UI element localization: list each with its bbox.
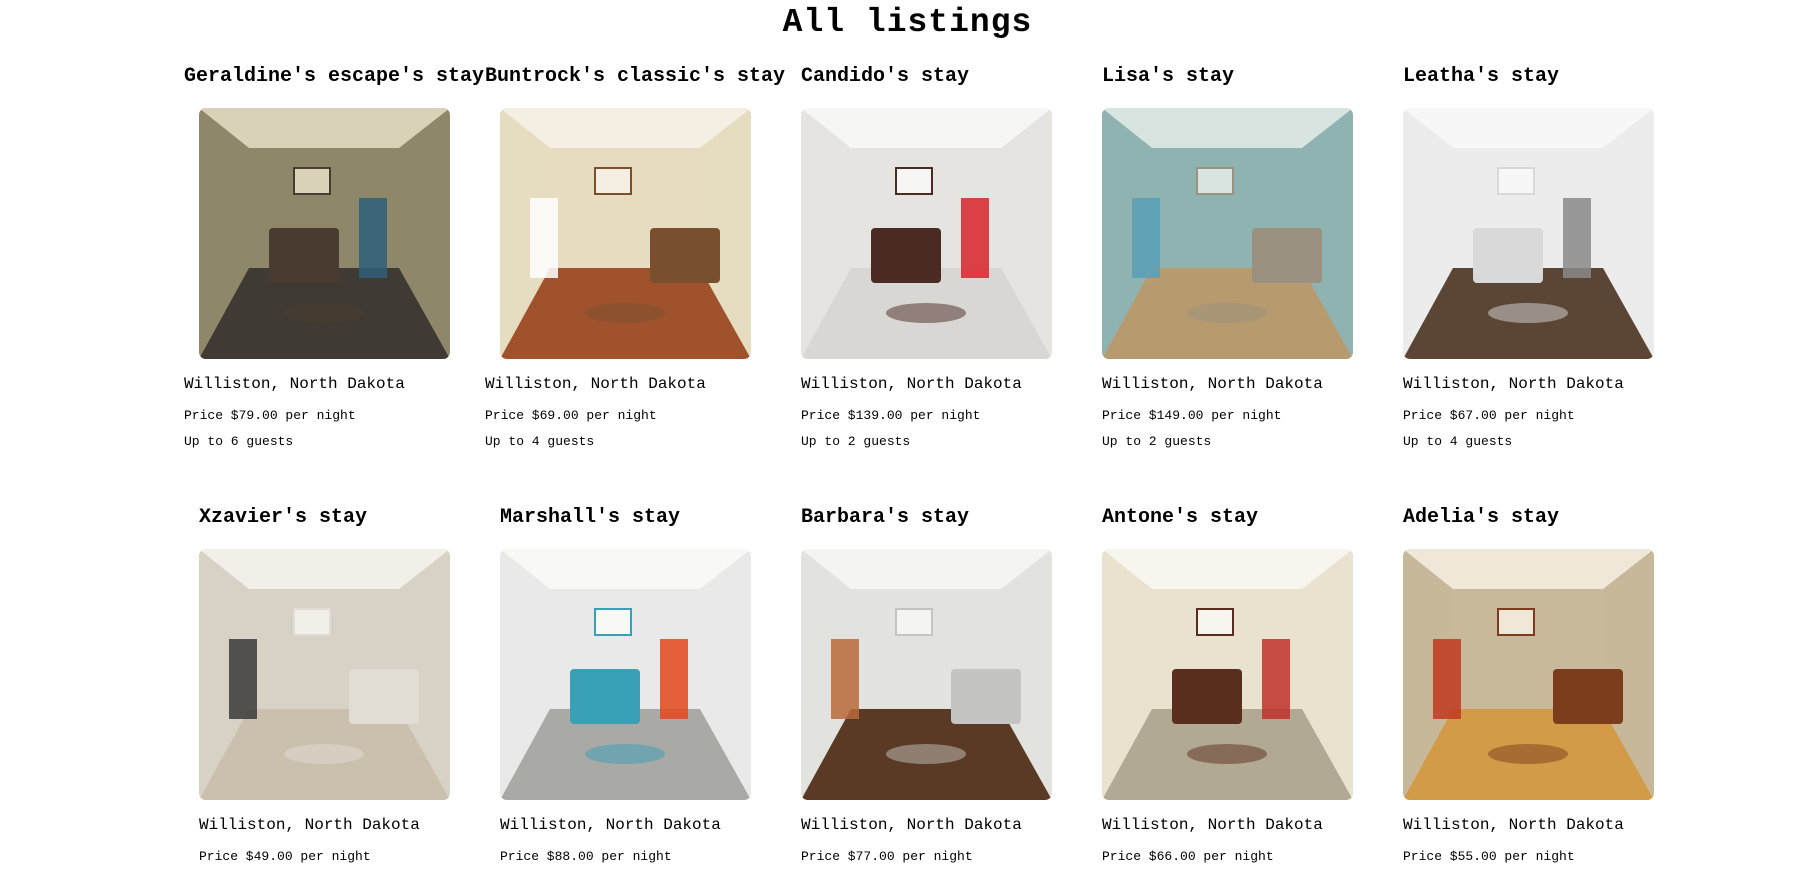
listing-photo[interactable] <box>500 108 751 359</box>
listing-photo[interactable] <box>1102 108 1353 359</box>
room-photo-image <box>1403 108 1654 359</box>
room-photo-image <box>199 108 450 359</box>
listing-price: Price $77.00 per night <box>801 849 973 864</box>
listing-guests: Up to 4 guests <box>1403 434 1513 449</box>
listing-price: Price $88.00 per night <box>500 849 672 864</box>
listing-photo[interactable] <box>801 549 1052 800</box>
room-photo-image <box>1102 549 1353 800</box>
listing-photo[interactable] <box>1403 108 1654 359</box>
listing-title[interactable]: Marshall's stay <box>500 506 680 529</box>
listing-photo[interactable] <box>1102 549 1353 800</box>
listing-title[interactable]: Geraldine's escape's stay <box>184 65 484 88</box>
listing-card[interactable]: Leatha's stay Williston, North Dakota Pric… <box>1403 10 1693 449</box>
listing-price: Price $55.00 per night <box>1403 849 1575 864</box>
listing-title[interactable]: Barbara's stay <box>801 506 969 529</box>
listing-price: Price $49.00 per night <box>199 849 371 864</box>
listing-title[interactable]: Adelia's stay <box>1403 506 1559 529</box>
room-photo-image <box>801 108 1052 359</box>
listing-location: Williston, North Dakota <box>1403 375 1624 393</box>
listing-location: Williston, North Dakota <box>1102 375 1323 393</box>
listing-photo[interactable] <box>199 549 450 800</box>
listing-photo[interactable] <box>1403 549 1654 800</box>
listing-guests: Up to 6 guests <box>184 434 294 449</box>
listing-location: Williston, North Dakota <box>184 375 405 393</box>
room-photo-image <box>500 549 751 800</box>
listing-card[interactable]: Geraldine's escape's stay Williston, Nort… <box>184 10 484 449</box>
listing-location: Williston, North Dakota <box>1403 816 1624 834</box>
listing-title[interactable]: Antone's stay <box>1102 506 1258 529</box>
listing-card[interactable]: Barbara's stay Williston, North Dakota Pri… <box>801 451 1091 871</box>
listing-card[interactable]: Lisa's stay Williston, North Dakota Price … <box>1102 10 1392 449</box>
listing-price: Price $149.00 per night <box>1102 408 1282 423</box>
listing-card[interactable]: Marshall's stay Williston, North Dakota Pr… <box>500 451 790 871</box>
listing-guests: Up to 2 guests <box>1102 434 1212 449</box>
listing-guests: Up to 4 guests <box>485 434 595 449</box>
listing-title[interactable]: Xzavier's stay <box>199 506 367 529</box>
listing-title[interactable]: Candido's stay <box>801 65 969 88</box>
listing-card[interactable]: Antone's stay Williston, North Dakota Pric… <box>1102 451 1392 871</box>
listing-title[interactable]: Buntrock's classic's stay <box>485 65 785 88</box>
listing-location: Williston, North Dakota <box>801 375 1022 393</box>
listing-title[interactable]: Lisa's stay <box>1102 65 1234 88</box>
listing-price: Price $66.00 per night <box>1102 849 1274 864</box>
listing-price: Price $67.00 per night <box>1403 408 1575 423</box>
listing-price: Price $79.00 per night <box>184 408 356 423</box>
listing-price: Price $139.00 per night <box>801 408 981 423</box>
listing-card[interactable]: Candido's stay Williston, North Dakota Pri… <box>801 10 1091 449</box>
listing-card[interactable]: Adelia's stay Williston, North Dakota Pric… <box>1403 451 1693 871</box>
room-photo-image <box>1403 549 1654 800</box>
listing-guests: Up to 2 guests <box>801 434 911 449</box>
listing-card[interactable]: Xzavier's stay Williston, North Dakota Pri… <box>199 451 489 871</box>
listing-price: Price $69.00 per night <box>485 408 657 423</box>
listing-title[interactable]: Leatha's stay <box>1403 65 1559 88</box>
listing-photo[interactable] <box>500 549 751 800</box>
listing-card[interactable]: Buntrock's classic's stay Williston, Nort… <box>485 10 785 449</box>
room-photo-image <box>199 549 450 800</box>
listing-photo[interactable] <box>199 108 450 359</box>
listing-photo[interactable] <box>801 108 1052 359</box>
listing-location: Williston, North Dakota <box>1102 816 1323 834</box>
listing-location: Williston, North Dakota <box>500 816 721 834</box>
listing-location: Williston, North Dakota <box>199 816 420 834</box>
room-photo-image <box>500 108 751 359</box>
room-photo-image <box>801 549 1052 800</box>
room-photo-image <box>1102 108 1353 359</box>
listing-location: Williston, North Dakota <box>485 375 706 393</box>
listing-location: Williston, North Dakota <box>801 816 1022 834</box>
